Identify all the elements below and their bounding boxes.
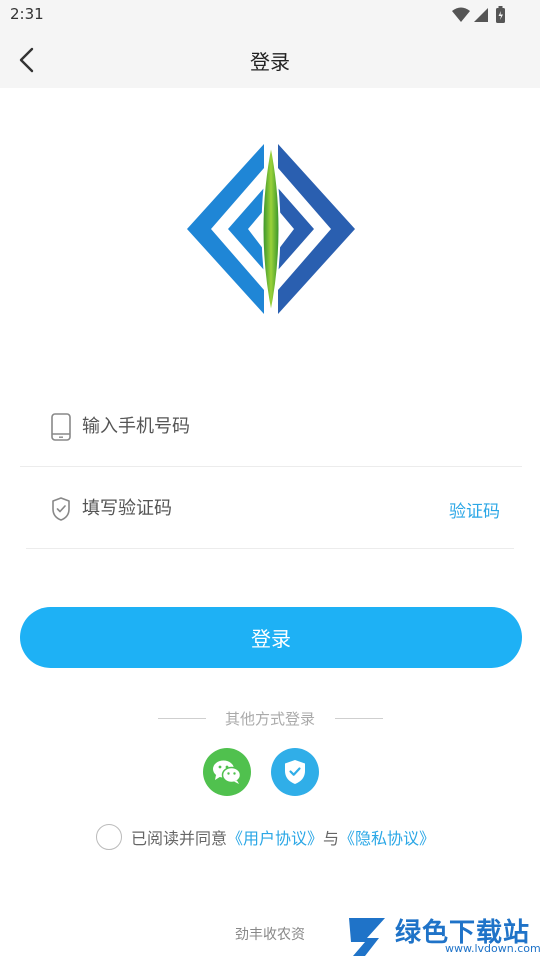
signal-icon bbox=[474, 8, 488, 22]
status-bar: 2:31 bbox=[0, 0, 540, 30]
agreement-row: 已阅读并同意 《用户协议》 与 《隐私协议》 bbox=[96, 823, 435, 851]
privacy-policy-link[interactable]: 《隐私协议》 bbox=[339, 825, 435, 849]
watermark: 绿色下载站 www.lvdown.com bbox=[345, 912, 540, 960]
app-logo-icon bbox=[187, 143, 355, 315]
phone-icon bbox=[51, 413, 71, 441]
watermark-url: www.lvdown.com bbox=[445, 942, 540, 955]
agree-checkbox[interactable] bbox=[96, 824, 122, 850]
wechat-login-button[interactable] bbox=[203, 748, 251, 796]
get-code-button[interactable]: 验证码 bbox=[449, 497, 500, 522]
code-input[interactable] bbox=[82, 489, 422, 527]
status-icons bbox=[452, 6, 505, 23]
agreement-and: 与 bbox=[323, 829, 340, 848]
secure-login-button[interactable] bbox=[271, 748, 319, 796]
user-agreement-link[interactable]: 《用户协议》 bbox=[227, 825, 323, 849]
other-login-title: 其他方式登录 bbox=[224, 710, 315, 728]
agreement-prefix: 已阅读并同意 bbox=[131, 829, 228, 848]
nav-bar: 登录 bbox=[0, 30, 540, 88]
phone-input[interactable] bbox=[82, 407, 422, 445]
wechat-icon bbox=[213, 760, 242, 784]
shield-icon bbox=[285, 760, 305, 784]
wifi-icon bbox=[452, 7, 470, 22]
phone-field-row bbox=[20, 385, 522, 467]
code-field-row: 验证码 bbox=[20, 467, 522, 549]
divider-right bbox=[335, 718, 383, 719]
watermark-logo-icon bbox=[349, 918, 385, 956]
status-time: 2:31 bbox=[10, 5, 44, 23]
login-button[interactable]: 登录 bbox=[20, 607, 522, 668]
shield-check-icon bbox=[52, 497, 70, 521]
page-title: 登录 bbox=[250, 50, 290, 74]
